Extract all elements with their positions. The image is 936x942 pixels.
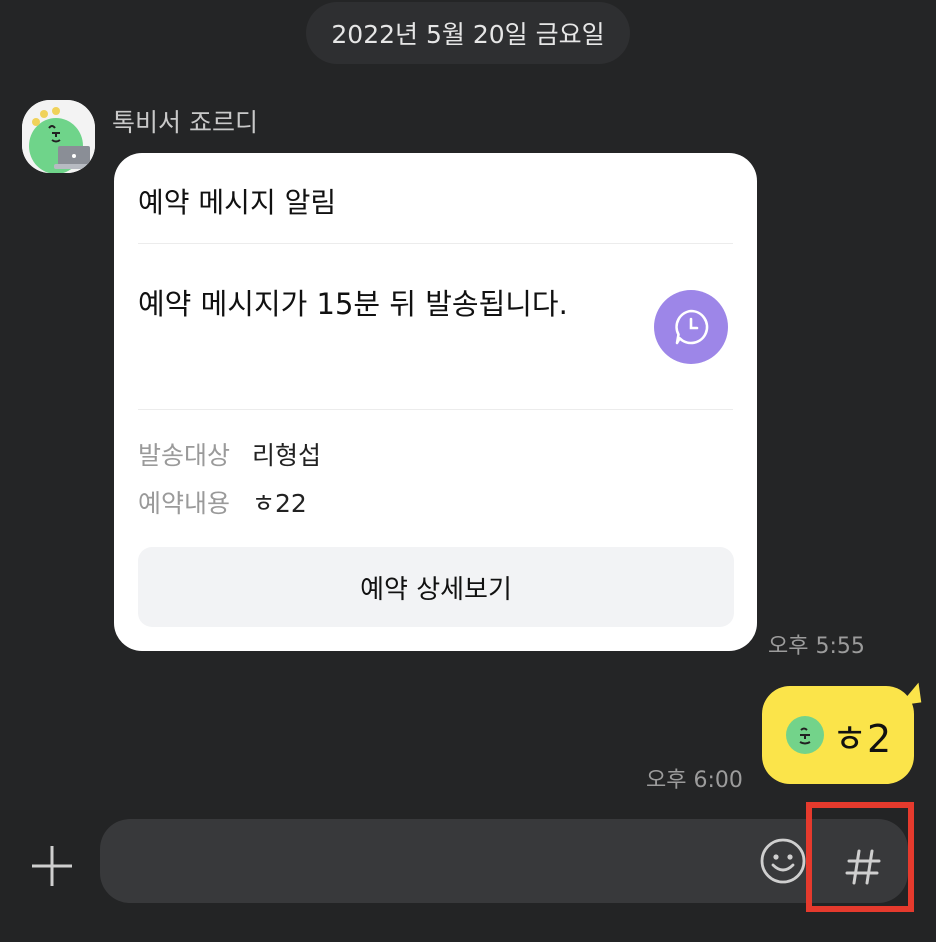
hashtag-search-button[interactable] [812,816,914,918]
clock-badge [654,290,728,364]
content-value: ㅎ22 [251,489,307,518]
reservation-detail-button[interactable]: 예약 상세보기 [138,547,734,627]
card-divider [138,243,733,244]
plus-button[interactable] [30,844,74,888]
my-message-text: ㅎ2 [832,717,892,761]
emoji-button[interactable] [758,836,808,886]
reservation-card: 예약 메시지 알림 예약 메시지가 15분 뒤 발송됩니다. 발송대상 리형섭 … [114,153,757,651]
avatar[interactable] [22,100,95,173]
jordy-avatar-icon [22,100,95,173]
recipient-label: 발송대상 [138,441,231,470]
recipient-value: 리형섭 [251,441,321,470]
hash-icon [845,849,881,885]
card-timestamp: 오후 5:55 [768,634,865,659]
chat-screen: 2022년 5월 20일 금요일 톡비서 죠르디 예약 메시지 알림 예약 메시… [0,0,936,942]
my-message-bubble[interactable]: ㅎ2 [762,686,914,784]
recipient-row: 발송대상 리형섭 [138,436,321,472]
content-row: 예약내용 ㅎ22 [138,484,307,520]
clock-icon [675,309,709,345]
card-title: 예약 메시지 알림 [138,186,337,219]
date-label: 2022년 5월 20일 금요일 [331,20,605,49]
card-divider [138,409,733,410]
smiley-icon [760,838,806,884]
plus-icon [32,846,72,886]
my-message-timestamp: 오후 6:00 [646,768,743,793]
card-body: 예약 메시지가 15분 뒤 발송됩니다. [138,287,568,321]
content-label: 예약내용 [138,489,231,518]
jordy-face-icon [786,716,824,754]
date-divider: 2022년 5월 20일 금요일 [306,2,630,64]
sender-name: 톡비서 죠르디 [112,108,258,137]
input-bar [0,810,936,942]
